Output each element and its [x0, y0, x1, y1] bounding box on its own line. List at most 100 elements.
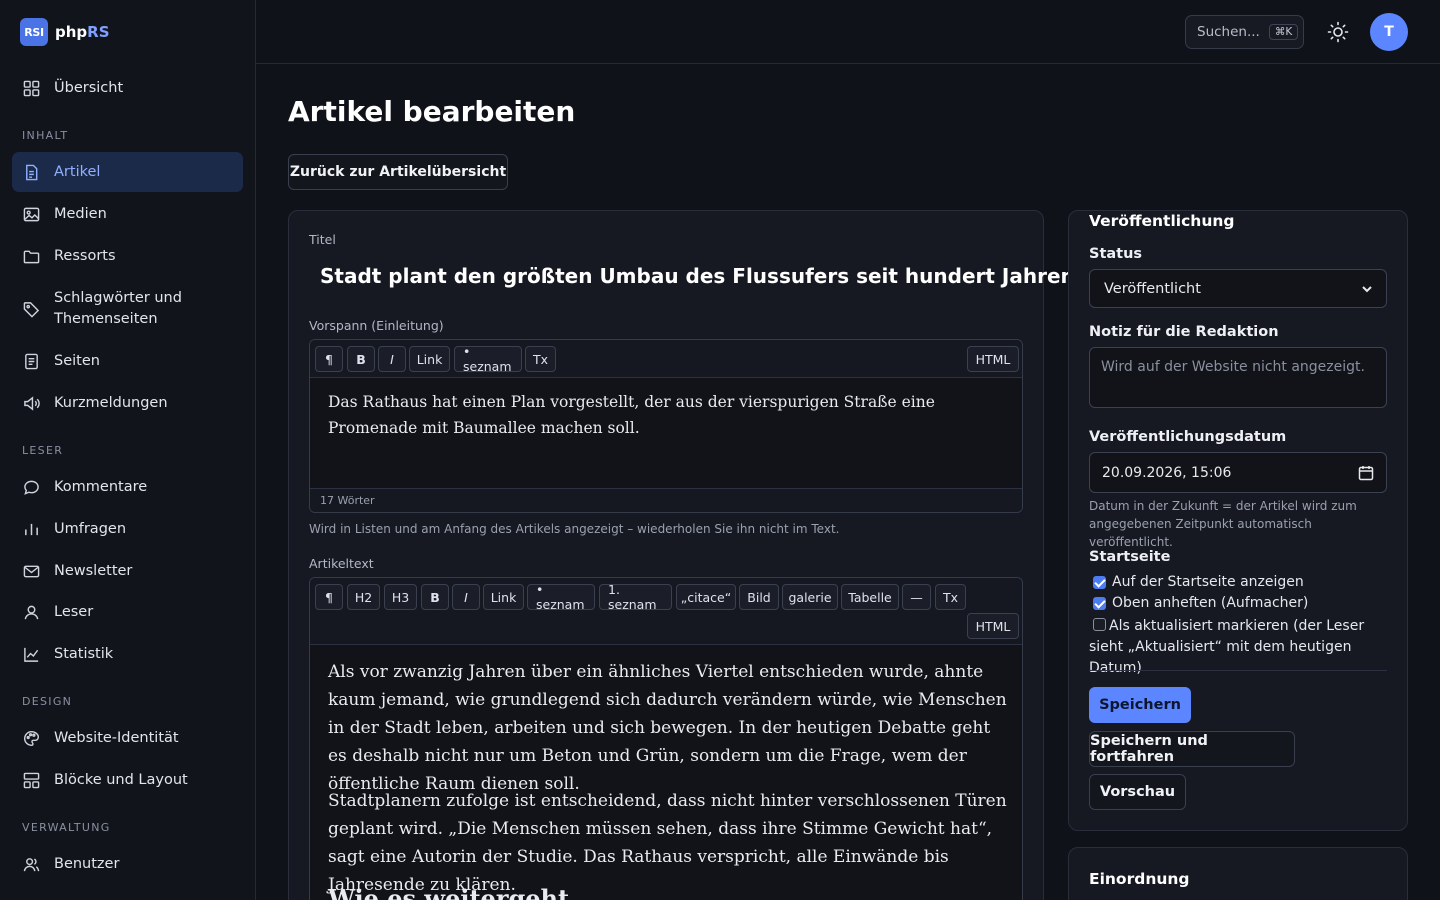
quote-button[interactable]: „citace“	[676, 584, 736, 610]
sidebar-item-news-briefs[interactable]: Kurzmeldungen	[12, 391, 243, 415]
sidebar-item-label: Schlagwörter und Themenseiten	[54, 290, 182, 327]
save-continue-button[interactable]: Speichern und fortfahren	[1089, 731, 1295, 767]
html-toggle-button[interactable]: HTML	[967, 346, 1019, 372]
sidebar-item-articles[interactable]: Artikel	[12, 152, 243, 192]
lead-toolbar: ¶ B I Link • seznam Tx HTML	[310, 340, 1022, 378]
publish-date-input[interactable]: 20.09.2026, 15:06	[1089, 452, 1387, 493]
save-button[interactable]: Speichern	[1089, 687, 1191, 723]
sidebar-item-overview[interactable]: Übersicht	[12, 74, 243, 102]
sidebar-item-readers[interactable]: Leser	[12, 600, 243, 624]
note-placeholder: Wird auf der Website nicht angezeigt.	[1101, 359, 1365, 375]
checkbox-label: Auf der Startseite anzeigen	[1112, 574, 1304, 590]
search-placeholder: Suchen...	[1197, 24, 1260, 40]
show-on-homepage-checkbox[interactable]: Auf der Startseite anzeigen	[1093, 572, 1304, 593]
brand-name: phpRS	[55, 23, 110, 41]
sidebar-item-blocks-layout[interactable]: Blöcke und Layout	[12, 768, 243, 792]
megaphone-icon	[24, 395, 40, 411]
checkbox-unchecked[interactable]	[1093, 618, 1106, 631]
status-value: Veröffentlicht	[1104, 280, 1201, 297]
page-icon	[25, 353, 38, 369]
sidebar-item-label: Blöcke und Layout	[54, 771, 188, 788]
h3-button[interactable]: H3	[384, 584, 417, 610]
bar-chart-icon	[25, 523, 38, 535]
checkbox-checked[interactable]	[1093, 597, 1106, 610]
status-label: Status	[1089, 246, 1143, 262]
image-button[interactable]: Bild	[739, 584, 779, 610]
chevron-down-icon	[1362, 286, 1372, 293]
body-paragraph[interactable]: Stadtplanern zufolge ist entscheidend, d…	[328, 787, 1014, 899]
avatar[interactable]: T	[1370, 13, 1408, 51]
body-paragraph[interactable]: Als vor zwanzig Jahren über ein ähnliche…	[328, 658, 1014, 798]
sidebar-item-users[interactable]: Benutzer	[12, 852, 243, 876]
title-label: Titel	[309, 232, 336, 247]
mail-icon	[23, 565, 40, 577]
sidebar-item-label: Ressorts	[54, 247, 116, 264]
publish-title: Veröffentlichung	[1089, 212, 1235, 230]
lead-footer: 17 Wörter	[310, 488, 1022, 512]
bold-button[interactable]: B	[347, 346, 375, 372]
search-shortcut: ⌘K	[1268, 24, 1299, 40]
link-button[interactable]: Link	[483, 584, 524, 610]
nav-section-readers: LESER	[22, 444, 64, 457]
body-editor: ¶ H2 H3 B I Link • seznam 1. seznam „cit…	[309, 577, 1023, 900]
topbar: Suchen... ⌘K T	[256, 0, 1440, 64]
document-icon	[26, 164, 38, 180]
brand-logo[interactable]: RSI phpRS	[20, 18, 110, 46]
bullet-list-button[interactable]: • seznam	[454, 344, 522, 374]
sidebar-item-sections[interactable]: Ressorts	[12, 244, 243, 268]
sidebar-item-label: Benutzer	[54, 855, 120, 872]
status-select[interactable]: Veröffentlicht	[1089, 269, 1387, 308]
sun-icon	[1327, 21, 1349, 43]
lead-text[interactable]: Das Rathaus hat einen Plan vorgestellt, …	[328, 389, 1008, 441]
sidebar-item-newsletter[interactable]: Newsletter	[12, 559, 243, 583]
back-to-articles-button[interactable]: Zurück zur Artikelübersicht	[288, 154, 508, 190]
bold-button[interactable]: B	[421, 584, 449, 610]
search-button[interactable]: Suchen... ⌘K	[1185, 15, 1304, 49]
h2-button[interactable]: H2	[347, 584, 380, 610]
clear-format-button[interactable]: Tx	[935, 584, 966, 610]
sidebar-item-site-identity[interactable]: Website-Identität	[12, 726, 243, 750]
sidebar-item-label: Übersicht	[54, 79, 124, 96]
comment-icon	[24, 480, 39, 495]
sidebar-item-tags[interactable]: Schlagwörter und Themenseiten	[12, 287, 243, 331]
user-icon	[24, 605, 39, 619]
numbered-list-button[interactable]: 1. seznam	[599, 582, 672, 612]
date-hint: Datum in der Zukunft = der Artikel wird …	[1089, 499, 1357, 549]
lead-hint: Wird in Listen und am Anfang des Artikel…	[309, 522, 840, 536]
theme-toggle-button[interactable]	[1326, 20, 1350, 44]
sidebar-item-pages[interactable]: Seiten	[12, 349, 243, 373]
sidebar-item-label: Leser	[54, 603, 94, 620]
note-label: Notiz für die Redaktion	[1089, 324, 1279, 340]
link-button[interactable]: Link	[409, 346, 450, 372]
checkbox-checked[interactable]	[1093, 576, 1106, 589]
editorial-note-input[interactable]: Wird auf der Website nicht angezeigt.	[1089, 347, 1387, 408]
image-icon	[23, 207, 40, 221]
title-input[interactable]: Stadt plant den größten Umbau des Flussu…	[320, 264, 1075, 288]
sidebar: RSI phpRS Übersicht INHALT Artikel Medie…	[0, 0, 256, 900]
html-toggle-button[interactable]: HTML	[967, 613, 1019, 639]
paragraph-button[interactable]: ¶	[315, 584, 343, 610]
body-heading[interactable]: Wie es weitergeht	[328, 884, 569, 900]
lead-label: Vorspann (Einleitung)	[309, 318, 444, 333]
paragraph-button[interactable]: ¶	[315, 346, 343, 372]
horizontal-rule-button[interactable]: —	[902, 584, 931, 610]
brand-badge: RSI	[20, 18, 48, 46]
bullet-list-button[interactable]: • seznam	[527, 582, 595, 612]
grid-icon	[23, 80, 40, 96]
italic-button[interactable]: I	[452, 584, 480, 610]
clear-format-button[interactable]: Tx	[525, 346, 556, 372]
sidebar-item-label: Seiten	[54, 352, 100, 369]
gallery-button[interactable]: galerie	[782, 584, 838, 610]
sidebar-item-comments[interactable]: Kommentare	[12, 475, 243, 499]
calendar-icon[interactable]	[1358, 465, 1374, 481]
body-toolbar: ¶ H2 H3 B I Link • seznam 1. seznam „cit…	[310, 578, 1022, 645]
table-button[interactable]: Tabelle	[841, 584, 899, 610]
italic-button[interactable]: I	[378, 346, 406, 372]
sidebar-item-media[interactable]: Medien	[12, 202, 243, 226]
sidebar-item-polls[interactable]: Umfragen	[12, 517, 243, 541]
pin-top-checkbox[interactable]: Oben anheften (Aufmacher)	[1093, 593, 1308, 614]
page-title: Artikel bearbeiten	[288, 95, 576, 128]
preview-button[interactable]: Vorschau	[1089, 774, 1186, 810]
sidebar-item-statistics[interactable]: Statistik	[12, 642, 243, 666]
sidebar-item-label: Umfragen	[54, 520, 127, 537]
